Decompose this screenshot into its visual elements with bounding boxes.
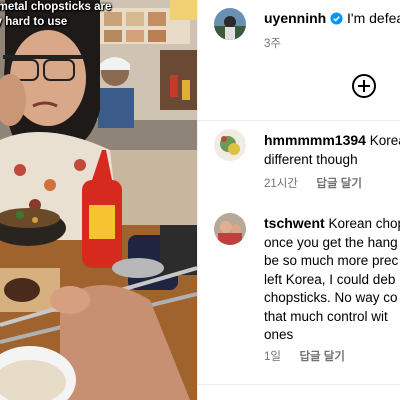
reply-button[interactable]: 답글 달기 [316, 178, 362, 190]
comment-time[interactable]: 21시간 [264, 178, 298, 190]
overlay-line-1: e metal chopsticks are [0, 1, 112, 13]
comment-text-line: once you get the hang [264, 234, 398, 250]
comment-text-line: Korean chop [328, 216, 400, 231]
comment-text-line: that much control wit [264, 308, 388, 324]
commenter-username[interactable]: hmmmmm1394 [264, 132, 366, 148]
comment-text-line: different though [264, 151, 358, 167]
comment-text-line: left Korea, I could deb [264, 271, 396, 287]
comments-panel: uyenninh I'm defeat 3주 hmmmmm1394 Korea … [198, 0, 400, 400]
caption-text: I'm defeat [347, 10, 400, 26]
comment-text-line: ones [264, 327, 294, 342]
comment-text-line: Korea [369, 133, 400, 148]
commenter-avatar[interactable] [214, 213, 246, 245]
post-time[interactable]: 3주 [264, 35, 281, 51]
comment-meta: 1일 답글 달기 [264, 347, 345, 365]
reply-button[interactable]: 답글 달기 [299, 351, 345, 363]
comment-text-line: chopsticks. No way co [264, 290, 398, 305]
comment-text-line: be so much more prec [264, 253, 399, 268]
commenter-avatar[interactable] [214, 129, 246, 161]
comment-time[interactable]: 1일 [264, 351, 281, 363]
actions-divider [198, 384, 400, 385]
video-frame-illustration [0, 0, 197, 400]
caption-divider [198, 120, 400, 121]
author-avatar[interactable] [214, 8, 246, 40]
commenter-username[interactable]: tschwent [264, 215, 325, 231]
video-caption-overlay: e metal chopsticks are tty hard to use [0, 0, 118, 30]
video-player[interactable]: e metal chopsticks are tty hard to use [0, 0, 197, 400]
comment-meta: 21시간 답글 달기 [264, 174, 362, 192]
comment-item: hmmmmm1394 Korea different though [264, 131, 400, 169]
comment-item: tschwent Korean chop once you get the ha… [264, 214, 400, 345]
post-caption: uyenninh I'm defeat [264, 9, 400, 27]
overlay-line-2: tty hard to use [0, 16, 68, 28]
verified-badge-icon [330, 12, 343, 25]
author-username[interactable]: uyenninh [264, 10, 326, 26]
plus-circle-icon[interactable] [351, 73, 377, 99]
